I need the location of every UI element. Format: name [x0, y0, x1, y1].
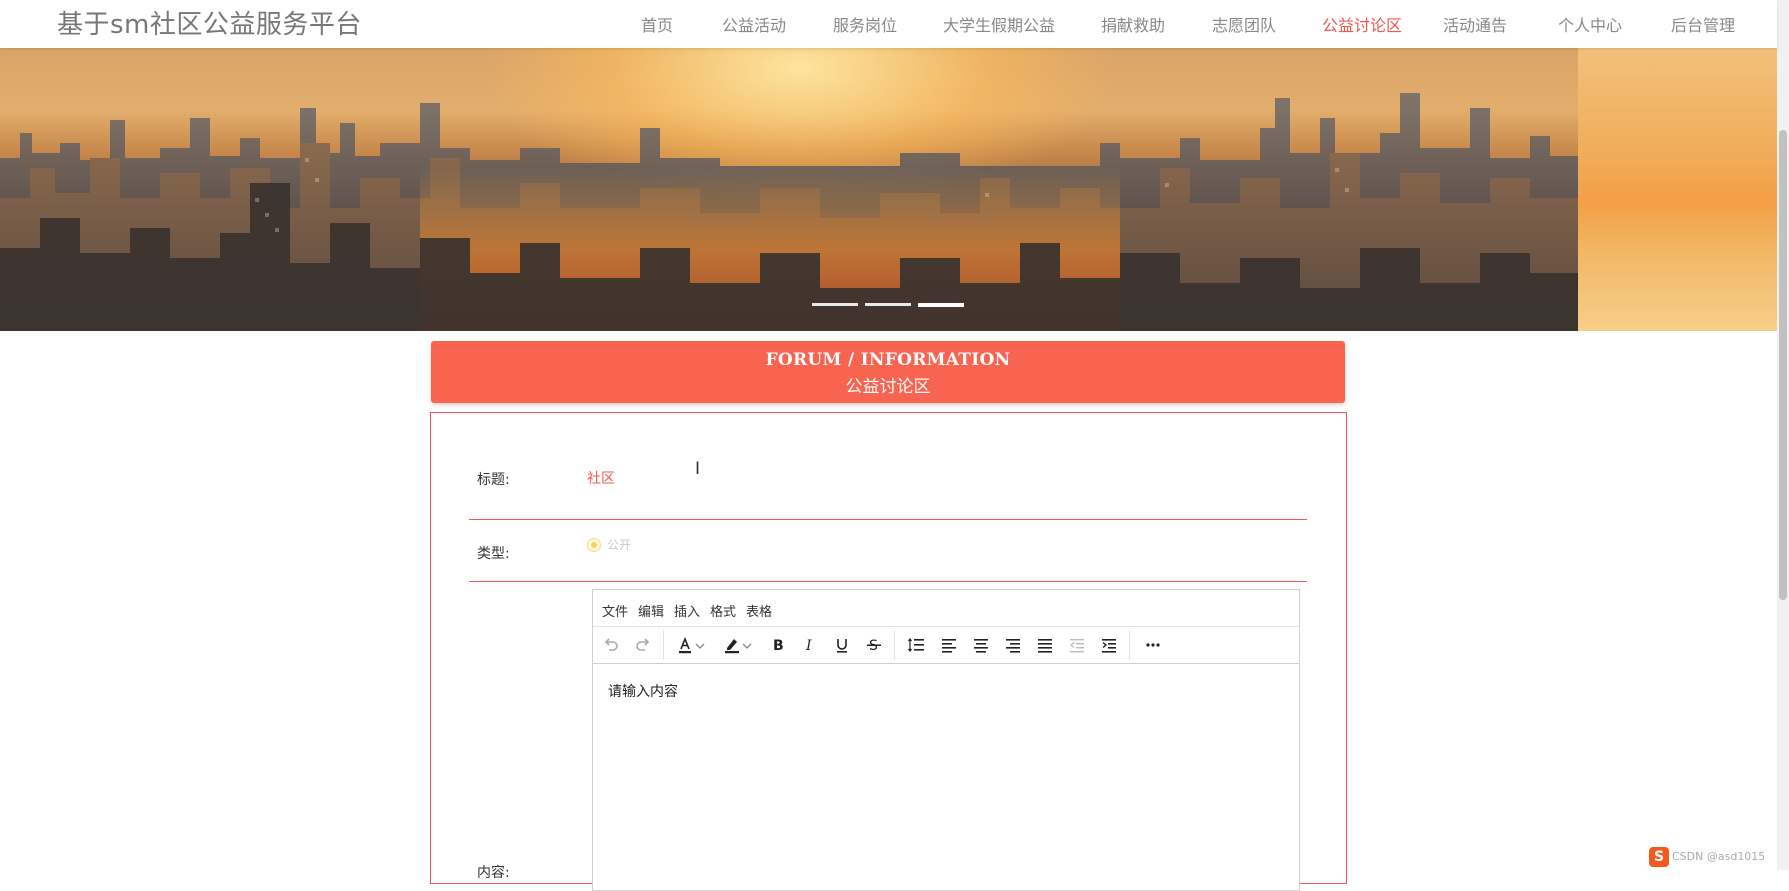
- svg-text:B: B: [773, 638, 784, 654]
- forum-header: FORUM / INFORMATION 公益讨论区: [431, 341, 1345, 403]
- menu-edit[interactable]: 编辑: [638, 601, 664, 620]
- forum-title-cn: 公益讨论区: [845, 377, 931, 397]
- title-label: 标题:: [477, 472, 510, 488]
- toolbar-separator: [1129, 630, 1130, 660]
- banner-image-city-sunset: [0, 48, 1578, 331]
- post-form: 标题: I 类型: 公开 文件 编辑 插入 格式 表格: [430, 412, 1347, 891]
- strikethrough-icon[interactable]: S: [863, 634, 885, 656]
- banner-carousel: [0, 48, 1777, 331]
- undo-icon[interactable]: [600, 634, 622, 656]
- editor-menubar: 文件 编辑 插入 格式 表格: [593, 590, 1299, 627]
- type-public-label[interactable]: 公开: [607, 536, 631, 553]
- scrollbar-thumb[interactable]: [1779, 130, 1787, 600]
- type-row: 类型: 公开: [469, 519, 1307, 582]
- align-justify-icon[interactable]: [1034, 634, 1056, 656]
- watermark-text: CSDN @asd1015: [1672, 850, 1766, 863]
- page-scrollbar[interactable]: [1777, 0, 1789, 870]
- align-right-icon[interactable]: [1002, 634, 1024, 656]
- sogou-ime-icon[interactable]: S: [1649, 847, 1669, 867]
- nav-item-donation-aid[interactable]: 捐献救助: [1101, 12, 1165, 36]
- highlight-color-dropdown-icon[interactable]: [740, 634, 754, 656]
- indent-icon[interactable]: [1098, 634, 1120, 656]
- nav-item-forum[interactable]: 公益讨论区: [1322, 12, 1402, 36]
- carousel-dot-3[interactable]: [918, 303, 964, 307]
- line-height-icon[interactable]: [906, 634, 928, 656]
- more-icon[interactable]: [1142, 634, 1164, 656]
- toolbar-separator: [894, 630, 895, 660]
- city-skyline: [0, 93, 1578, 331]
- editor-toolbar: B I S: [593, 626, 1299, 664]
- main-nav: 首页 公益活动 服务岗位 大学生假期公益 捐献救助 志愿团队 公益讨论区 活动通…: [0, 12, 1777, 36]
- redo-icon[interactable]: [632, 634, 654, 656]
- menu-table[interactable]: 表格: [746, 601, 772, 620]
- nav-item-volunteer-team[interactable]: 志愿团队: [1212, 12, 1276, 36]
- nav-item-notices[interactable]: 活动通告: [1443, 12, 1507, 36]
- menu-format[interactable]: 格式: [710, 601, 736, 620]
- carousel-dot-2[interactable]: [865, 303, 911, 306]
- nav-item-personal-center[interactable]: 个人中心: [1558, 12, 1622, 36]
- nav-item-student-holiday[interactable]: 大学生假期公益: [943, 12, 1055, 36]
- editor-content-area[interactable]: 请输入内容: [608, 681, 678, 701]
- menu-file[interactable]: 文件: [602, 601, 628, 620]
- title-row: 标题: I: [469, 445, 1307, 520]
- carousel-dot-1[interactable]: [812, 303, 858, 306]
- bold-icon[interactable]: B: [767, 634, 789, 656]
- menu-insert[interactable]: 插入: [674, 601, 700, 620]
- forum-title-en: FORUM / INFORMATION: [765, 350, 1011, 370]
- site-header: 基于sm社区公益服务平台 首页 公益活动 服务岗位 大学生假期公益 捐献救助 志…: [0, 0, 1777, 48]
- type-label: 类型:: [477, 546, 510, 562]
- underline-icon[interactable]: [831, 634, 853, 656]
- system-tray: S CSDN @asd1015: [1646, 847, 1776, 869]
- align-left-icon[interactable]: [938, 634, 960, 656]
- nav-item-public-activities[interactable]: 公益活动: [722, 12, 786, 36]
- carousel-indicators: [812, 303, 964, 307]
- toolbar-separator: [663, 630, 664, 660]
- title-input[interactable]: [579, 461, 1295, 495]
- rich-text-editor: 文件 编辑 插入 格式 表格 B I 请输入内容: [592, 589, 1300, 891]
- nav-item-admin[interactable]: 后台管理: [1671, 12, 1735, 36]
- nav-item-home[interactable]: 首页: [641, 12, 673, 36]
- content-label: 内容:: [477, 865, 510, 881]
- nav-item-service-posts[interactable]: 服务岗位: [833, 12, 897, 36]
- type-public-radio[interactable]: [587, 538, 601, 552]
- text-cursor-icon: I: [695, 459, 701, 479]
- outdent-icon[interactable]: [1066, 634, 1088, 656]
- banner-image-next: [1578, 48, 1777, 331]
- italic-icon[interactable]: I: [799, 634, 821, 656]
- svg-text:I: I: [805, 638, 812, 654]
- align-center-icon[interactable]: [970, 634, 992, 656]
- text-color-dropdown-icon[interactable]: [693, 634, 707, 656]
